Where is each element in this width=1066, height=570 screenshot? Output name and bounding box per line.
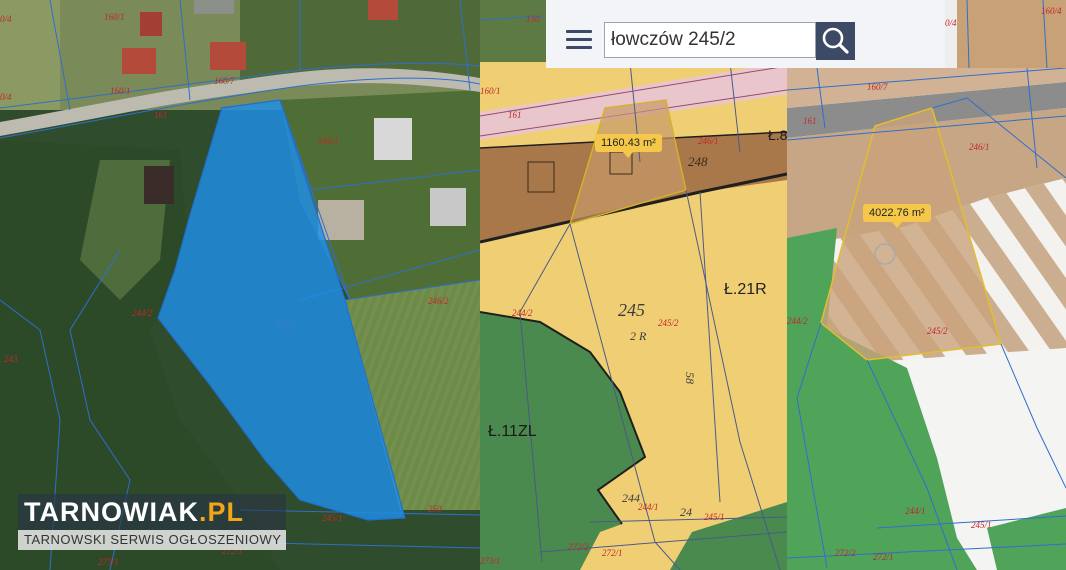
search-toolbar: [546, 0, 945, 68]
plan-area-tag: 1160.43 m²: [595, 134, 662, 158]
parcel-label: 273/1: [98, 557, 119, 567]
logo-title: TARNOWIAK.PL: [18, 494, 286, 530]
tarnowiak-logo: TARNOWIAK.PL TARNOWSKI SERWIS OGŁOSZENIO…: [18, 494, 286, 552]
parcel-label: 272/1: [873, 552, 894, 562]
plan-number-label: 24: [680, 505, 692, 519]
parcel-label: 244/1: [638, 502, 659, 512]
parcel-label: 272/2: [835, 548, 856, 558]
map-fragment-top-right: 0/4 160/4: [945, 0, 1066, 68]
study-area-tag: 4022.76 m²: [863, 204, 931, 228]
parcel-label: 273/1: [480, 556, 501, 566]
zoning-plan-map[interactable]: 245 2 R 248 244 24 58 160/1 Ł.21R Ł.11ZL…: [480, 62, 787, 570]
plan-number-label: 58: [683, 372, 697, 384]
parcel-label: 160/7: [214, 76, 235, 86]
hamburger-menu-icon[interactable]: [566, 30, 592, 52]
parcel-label: 245/2: [658, 318, 679, 328]
parcel-label: 245/1: [704, 512, 725, 522]
search-input[interactable]: [604, 22, 816, 58]
parcel-label: 243: [4, 354, 18, 364]
plan-number-label: 245: [618, 300, 645, 320]
plan-number-label: 248: [688, 154, 708, 169]
parcel-label: 245/2: [927, 326, 948, 336]
parcel-label: 244/2: [512, 308, 533, 318]
parcel-label: 272/2: [568, 542, 589, 552]
parcel-label: 161: [508, 110, 522, 120]
parcel-label: 245/1: [322, 513, 343, 523]
parcel-label: 245/1: [971, 520, 992, 530]
zone-symbol: Ł.8: [768, 127, 787, 143]
parcel-label: 160/4: [1041, 6, 1062, 16]
parcel-label: 0/4: [0, 14, 12, 24]
parcel-label: 244/2: [787, 316, 808, 326]
zone-symbol: Ł.21R: [724, 281, 767, 298]
map-fragment-top: 130: [480, 0, 546, 62]
parcel-label: 244/2: [132, 308, 153, 318]
plan-number-label: 2 R: [630, 329, 647, 343]
parcel-label: 161: [154, 110, 168, 120]
parcel-label: 272/1: [602, 548, 623, 558]
orthophoto-map[interactable]: 160/1 160/1 160/7 0/4 0/4 161 246/1 246/…: [0, 0, 480, 570]
study-map[interactable]: 161 160/7 246/1 245/2 244/2 244/1 245/1 …: [787, 68, 1066, 570]
parcel-label: 250: [428, 504, 442, 514]
parcel-label: 246/1: [318, 136, 339, 146]
parcel-label: 246/1: [698, 136, 719, 146]
magnifier-icon: [822, 27, 849, 54]
logo-subtitle: TARNOWSKI SERWIS OGŁOSZENIOWY: [18, 530, 286, 550]
search-button[interactable]: [816, 22, 855, 60]
parcel-label: 246/2: [428, 296, 449, 306]
parcel-label: 246/1: [969, 142, 990, 152]
parcel-label: 245/2: [276, 320, 297, 330]
parcel-label: 160/1: [480, 86, 501, 96]
parcel-label: 0/4: [945, 18, 957, 28]
parcel-label: 0/4: [0, 92, 12, 102]
parcel-label: 244/1: [905, 506, 926, 516]
parcel-label: 160/7: [867, 82, 888, 92]
parcel-label: 160/1: [104, 12, 125, 22]
zone-symbol: Ł.11ZL: [488, 423, 537, 440]
parcel-label: 160/1: [110, 86, 131, 96]
parcel-label: 130: [526, 14, 540, 24]
parcel-label: 161: [803, 116, 817, 126]
